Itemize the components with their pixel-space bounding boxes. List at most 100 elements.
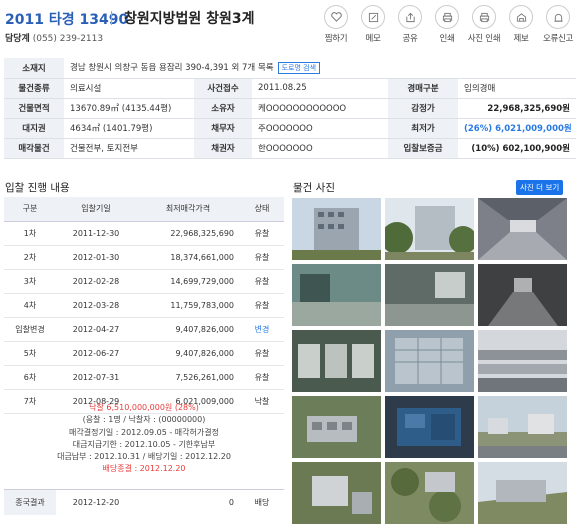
property-info-table: 소재지 경남 창원시 의창구 동읍 용잠리 390-4,391 외 7개 목록 도… [4, 58, 576, 159]
info-row: 건물면적 13670.89㎡ (4135.44평) 소유자 케OOOOOOOOO… [4, 98, 576, 119]
bid-row: 입찰변경 2012-04-27 9,407,826,000 변경 [4, 317, 284, 342]
photo-corridor[interactable] [478, 198, 567, 260]
deposit-value: (10%) 602,100,900원 [458, 138, 576, 159]
print-icon [435, 5, 459, 29]
bid-min-price: 14,699,729,000 [136, 269, 240, 294]
favorite-button[interactable]: 찜하기 [318, 5, 354, 44]
bid-status: 변경 [240, 317, 284, 342]
photo-equipment-1[interactable] [292, 330, 381, 392]
owner-header: 소유자 [194, 98, 252, 119]
action-label: 오류신고 [542, 34, 574, 44]
bid-date: 2012-01-30 [56, 245, 136, 270]
photo-interior-3[interactable] [478, 264, 567, 326]
bid-date: 2012-04-27 [56, 317, 136, 342]
photo-aerial-2[interactable] [385, 462, 474, 524]
bid-history-title: 입찰 진행 내용 [5, 182, 70, 194]
share-icon [398, 5, 422, 29]
photo-rooftop[interactable] [292, 396, 381, 458]
info-row: 매각물건 건물전부, 토지전부 채권자 한OOOOOOO 입찰보증금 (10%)… [4, 138, 576, 159]
bid-row: 2차 2012-01-30 18,374,661,000 유찰 [4, 245, 284, 270]
photo-water-tank[interactable] [385, 330, 474, 392]
photo-aerial-1[interactable] [292, 462, 381, 524]
land-right-header: 대지권 [4, 118, 64, 139]
photo-building-trees[interactable] [385, 198, 474, 260]
creditor-header: 채권자 [194, 138, 252, 159]
address-header: 소재지 [4, 58, 64, 79]
appraisal-value: 22,968,325,690원 [458, 98, 576, 119]
bid-row: 1차 2011-12-30 22,968,325,690 유찰 [4, 221, 284, 246]
memo-icon [361, 5, 385, 29]
bid-min-price: 9,407,826,000 [136, 317, 240, 342]
photo-interior-1[interactable] [292, 264, 381, 326]
phone-number: (055) 239-2113 [32, 34, 104, 44]
bid-date: 2011-12-30 [56, 221, 136, 246]
bid-row: 3차 2012-02-28 14,699,729,000 유찰 [4, 269, 284, 294]
photo-aerial-3[interactable] [478, 462, 567, 524]
photo-generator[interactable] [385, 396, 474, 458]
report-icon [509, 5, 533, 29]
final-result-date: 2012-12-20 [72, 498, 120, 507]
col-round: 구분 [4, 197, 56, 222]
photos-title: 물건 사진 [293, 182, 335, 194]
min-price-value: (26%) 6,021,009,000원 [458, 118, 576, 139]
auction-type-header: 경매구분 [388, 78, 458, 99]
debtor-value: 주OOOOOOO [252, 118, 388, 139]
auction-type-value: 임의경매 [458, 78, 576, 99]
photo-street-view[interactable] [478, 396, 567, 458]
dividend-end: 배당종결 : 2012.12.20 [102, 464, 186, 474]
report-button[interactable]: 제보 [503, 5, 539, 44]
photo-parking-deck[interactable] [478, 330, 567, 392]
memo-button[interactable]: 메모 [355, 5, 391, 44]
deposit-header: 입찰보증금 [388, 138, 458, 159]
appraisal-header: 감정가 [388, 98, 458, 119]
action-label: 제보 [513, 34, 529, 44]
sale-decision-date: 매각결정기일 : 2012.09.05 - 매각허가결정 [69, 427, 219, 437]
action-label: 공유 [402, 34, 418, 44]
land-right-value: 4634㎡ (1401.79평) [64, 118, 194, 139]
building-area-value: 13670.89㎡ (4135.44평) [64, 98, 194, 119]
case-number: 2011 타경 13490 [5, 12, 129, 28]
address-cell: 경남 창원시 의창구 동읍 용잠리 390-4,391 외 7개 목록 도로명 검… [64, 58, 576, 79]
photo-print-button[interactable]: 사진 인쇄 [466, 5, 502, 44]
bid-status: 유찰 [240, 269, 284, 294]
case-header: 2011 타경 13490 창원지방법원 창원3계 담당계 (055) 239-… [0, 0, 580, 56]
building-area-header: 건물면적 [4, 98, 64, 119]
owner-value: 케OOOOOOOOOOOO [252, 98, 388, 119]
more-photos-button[interactable]: 사진 더 보기 [516, 180, 564, 195]
share-button[interactable]: 공유 [392, 5, 428, 44]
action-label: 찜하기 [324, 34, 348, 44]
bid-min-price: 18,374,661,000 [136, 245, 240, 270]
bid-row: 4차 2012-03-28 11,759,783,000 유찰 [4, 293, 284, 318]
error-report-button[interactable]: 오류신고 [540, 5, 576, 44]
type-header: 물건종류 [4, 78, 64, 99]
contact-label: 담당계 [5, 34, 30, 44]
final-result-header: 종국결과 [4, 489, 56, 515]
bid-status: 유찰 [240, 293, 284, 318]
final-result-amount: 0 [228, 498, 234, 507]
bid-status: 유찰 [240, 365, 284, 390]
bid-status: 유찰 [240, 341, 284, 366]
photo-building-exterior[interactable] [292, 198, 381, 260]
creditor-value: 한OOOOOOO [252, 138, 388, 159]
final-result-table: 종국결과 2012-12-20 0 배당 [4, 489, 284, 515]
action-bar: 찜하기 메모 공유 인쇄 사진 인쇄 제보 오류신고 [317, 5, 576, 44]
bid-round: 4차 [4, 293, 56, 318]
bid-row: 6차 2012-07-31 7,526,261,000 유찰 [4, 365, 284, 390]
photo-print-icon [472, 5, 496, 29]
bid-round: 1차 [4, 221, 56, 246]
bid-min-price: 7,526,261,000 [136, 365, 240, 390]
bid-min-price: 22,968,325,690 [136, 221, 240, 246]
bid-round: 2차 [4, 245, 56, 270]
court-name: 창원지방법원 창원3계 [124, 11, 255, 27]
divider [111, 11, 112, 25]
bid-date: 2012-07-31 [56, 365, 136, 390]
info-row: 대지권 4634㎡ (1401.79평) 채무자 주OOOOOOO 최저가 (2… [4, 118, 576, 139]
print-button[interactable]: 인쇄 [429, 5, 465, 44]
bid-row: 5차 2012-06-27 9,407,826,000 유찰 [4, 341, 284, 366]
sale-items-header: 매각물건 [4, 138, 64, 159]
info-row: 물건종류 의료시설 사건접수 2011.08.25 경매구분 임의경매 [4, 78, 576, 99]
road-name-search-button[interactable]: 도로명 검색 [277, 62, 321, 75]
info-row: 소재지 경남 창원시 의창구 동읍 용잠리 390-4,391 외 7개 목록 도… [4, 58, 576, 79]
photo-interior-2[interactable] [385, 264, 474, 326]
bid-history-table: 구분 입찰기일 최저매각가격 상태 1차 2011-12-30 22,968,325… [4, 197, 284, 414]
